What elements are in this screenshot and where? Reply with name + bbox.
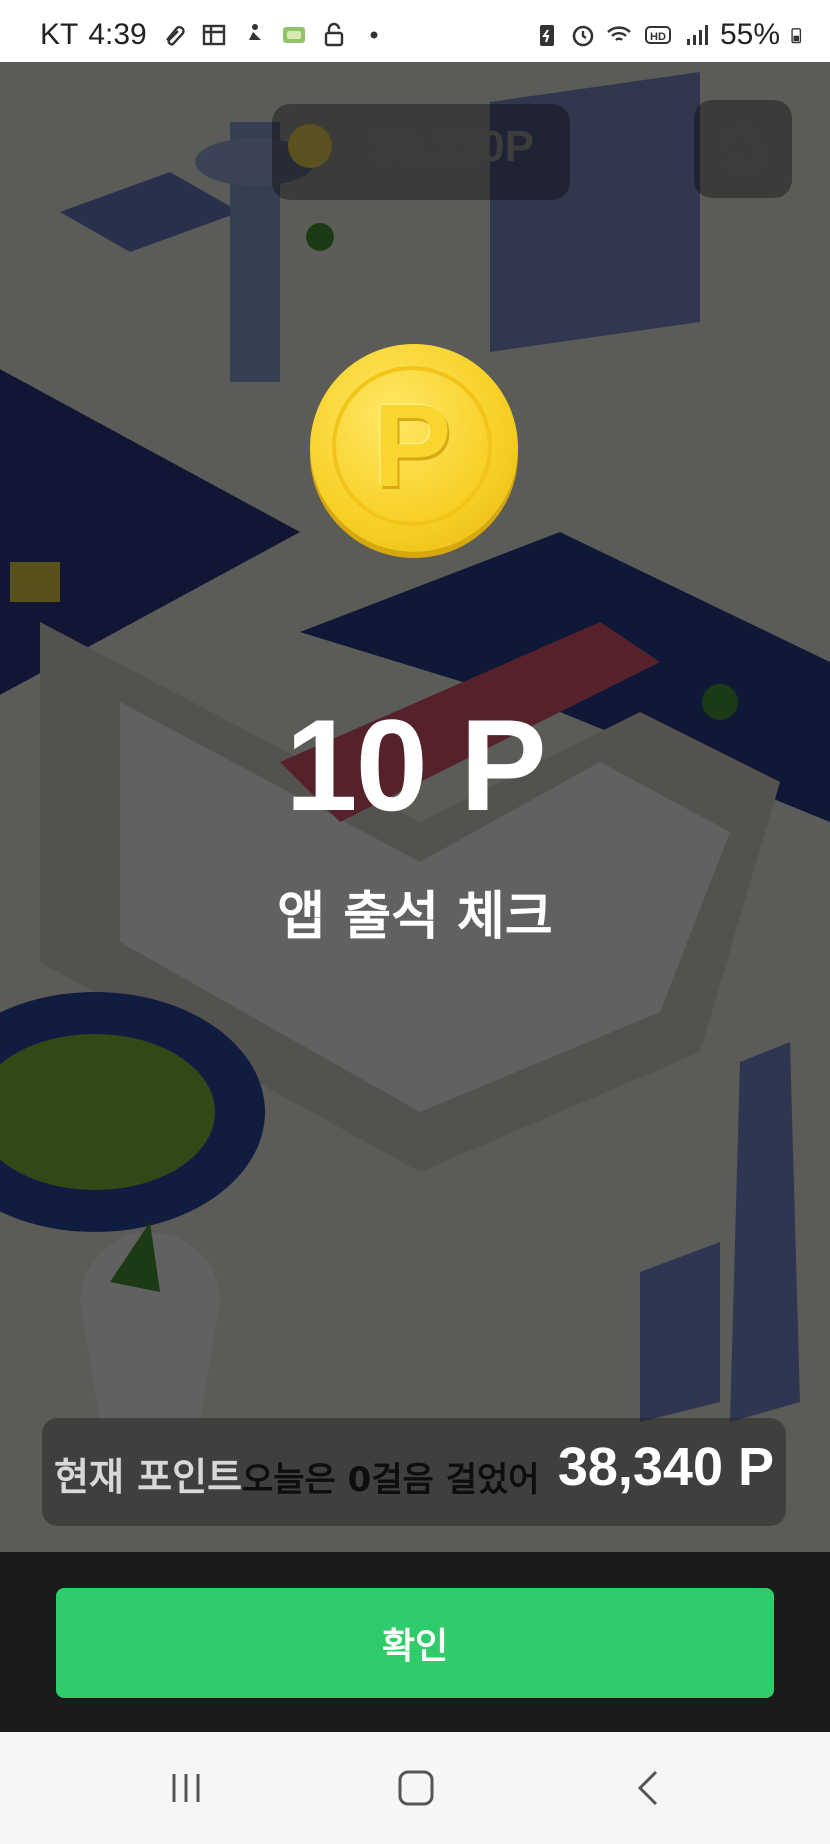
battery-icon [791, 28, 802, 44]
top-points-value: 38,330P [370, 122, 534, 171]
current-points-label: 현재 포인트 [54, 1455, 243, 1499]
status-bar-left: KT 4:39 [40, 18, 387, 52]
system-nav-bar [0, 1732, 830, 1844]
dot-icon [370, 31, 378, 39]
status-bar-right: HD 55% [534, 18, 808, 52]
reward-amount: 10 P [285, 692, 546, 838]
app-badge-icon [282, 27, 305, 43]
home-icon [398, 1770, 434, 1806]
reward-label: 앱 출석 체크 [277, 887, 553, 947]
signal-icon [686, 25, 708, 45]
battery-percent: 55% [719, 18, 780, 51]
back-icon [637, 1770, 658, 1806]
coin-rim: P [332, 366, 492, 526]
hd-icon: HD [644, 26, 671, 44]
svg-text:HD: HD [650, 31, 666, 43]
refresh-icon [720, 126, 766, 172]
grid-icon [202, 24, 225, 46]
clip-icon [165, 25, 185, 46]
carrier-label: KT [40, 18, 79, 51]
wifi-icon [607, 26, 631, 41]
refresh-button [694, 100, 792, 198]
status-bar: KT 4:39 HD 55% [0, 0, 830, 62]
confirm-button[interactable]: 확인 [56, 1588, 774, 1698]
recent-apps-icon [172, 1774, 200, 1802]
back-button[interactable] [590, 1732, 710, 1844]
lock-icon [324, 22, 343, 47]
current-points-value: 38,340 P [557, 1437, 774, 1497]
home-button[interactable] [356, 1732, 476, 1844]
time-label: 4:39 [88, 18, 147, 51]
battery-saver-icon [539, 25, 554, 46]
coin-letter: P [372, 380, 452, 512]
top-coin-icon [288, 124, 332, 168]
steps-overlay-text: 오늘은 0걸음 걸었어 [242, 1460, 540, 1500]
figure-icon [246, 24, 261, 44]
alarm-icon [572, 25, 594, 47]
recent-apps-button[interactable] [126, 1732, 246, 1844]
point-coin-icon: P [310, 344, 518, 552]
